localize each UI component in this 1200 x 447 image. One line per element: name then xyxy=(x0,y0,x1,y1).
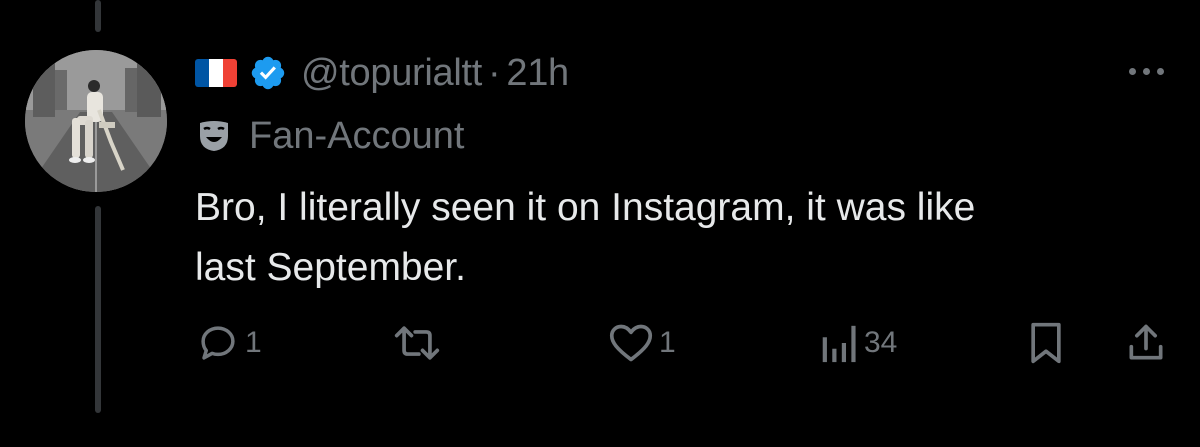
bookmark-button[interactable] xyxy=(1026,318,1066,368)
tweet[interactable]: @topurialtt · 21h Fan-Account Bro, I lit… xyxy=(0,0,1200,447)
flag-stripe-white xyxy=(209,59,223,87)
reply-icon xyxy=(201,326,235,360)
repost-button[interactable] xyxy=(393,318,447,368)
avatar[interactable] xyxy=(25,50,167,192)
more-dot xyxy=(1156,67,1164,75)
reply-count: 1 xyxy=(245,326,262,359)
more-options-button[interactable] xyxy=(1118,56,1174,86)
timestamp[interactable]: 21h xyxy=(506,52,569,95)
account-label[interactable]: Fan-Account xyxy=(197,114,464,158)
action-bar: 1 1 34 xyxy=(0,318,1200,368)
more-dot xyxy=(1142,67,1150,75)
verified-badge-icon[interactable] xyxy=(249,54,287,92)
avatar-image xyxy=(25,50,167,192)
repost-icon xyxy=(394,326,440,360)
views-button[interactable]: 34 xyxy=(818,318,897,368)
like-count: 1 xyxy=(659,326,676,359)
tweet-header: @topurialtt · 21h xyxy=(195,50,569,96)
like-button[interactable]: 1 xyxy=(609,318,676,368)
separator-dot: · xyxy=(488,51,501,94)
bookmark-icon xyxy=(1031,322,1061,364)
user-handle[interactable]: @topurialtt xyxy=(301,52,482,95)
share-icon xyxy=(1129,324,1163,360)
flag-stripe-blue xyxy=(195,59,209,87)
thread-line-bottom xyxy=(95,206,101,413)
tweet-text-line: last September. xyxy=(195,246,466,289)
france-flag-icon xyxy=(195,59,237,87)
tweet-text: Bro, I literally seen it on Instagram, i… xyxy=(195,178,1175,298)
thread-line-top xyxy=(95,0,101,32)
more-dot xyxy=(1128,67,1136,75)
reply-button[interactable]: 1 xyxy=(197,318,262,368)
flag-stripe-red xyxy=(223,59,237,87)
heart-icon xyxy=(609,324,653,362)
views-chart-icon xyxy=(822,325,856,363)
share-button[interactable] xyxy=(1124,318,1168,368)
theater-mask-icon xyxy=(197,119,231,153)
account-label-text: Fan-Account xyxy=(249,114,465,157)
tweet-text-line: Bro, I literally seen it on Instagram, i… xyxy=(195,186,976,229)
view-count: 34 xyxy=(864,326,898,359)
